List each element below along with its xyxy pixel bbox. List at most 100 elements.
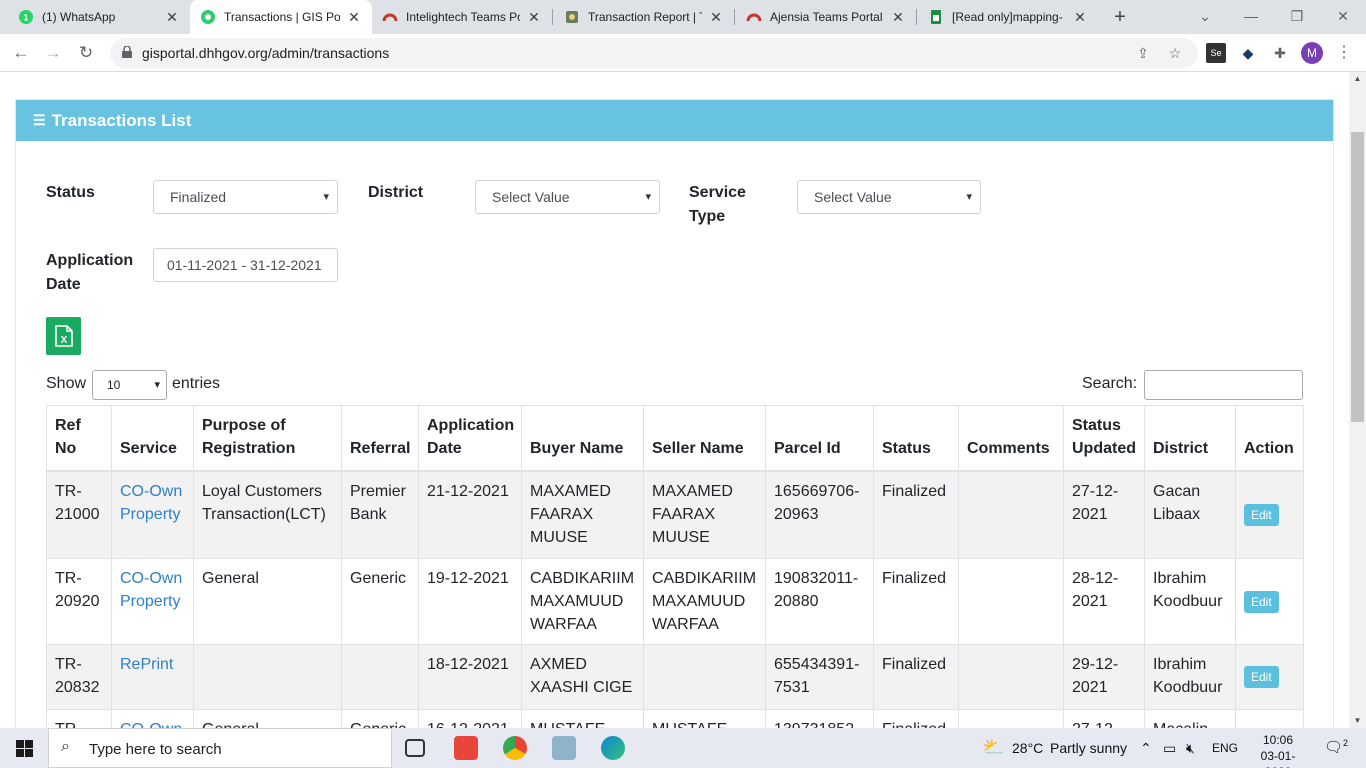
extension-icon[interactable]: ◆ [1238,43,1258,63]
service-type-label-line2: Type [689,208,726,225]
search-label: Search: [1082,375,1138,392]
tab-ajensia[interactable]: Ajensia Teams Portal ✕ [736,0,916,34]
chrome-icon[interactable] [503,736,527,760]
cell-comments [958,643,1064,710]
notepad-icon[interactable] [552,736,576,760]
cell-status-updated: 27-12-2021 [1063,470,1145,559]
cell-comments [958,470,1064,559]
district-select-value: Select Value [492,189,570,205]
browser-menu-icon[interactable]: ⋮ [1336,42,1352,64]
tab-transactions[interactable]: Transactions | GIS Port ✕ [190,0,372,34]
cell-status: Finalized [873,557,959,645]
sheets-icon [928,9,944,25]
windows-start-icon[interactable] [16,740,33,757]
cell-service-link[interactable]: CO-Own Property [111,557,194,645]
share-icon[interactable]: ⇪ [1134,44,1152,62]
scrollbar-thumb[interactable] [1351,132,1364,422]
cell-action: Edit [1235,557,1304,645]
close-tab-icon[interactable]: ✕ [708,9,724,26]
volume-muted-icon[interactable]: 🔇︎ [1186,740,1195,757]
edge-icon[interactable] [601,736,625,760]
edit-button[interactable]: Edit [1244,666,1279,688]
close-tab-icon[interactable]: ✕ [346,9,362,26]
application-date-range-input[interactable]: 01-11-2021 - 31-12-2021 [153,248,338,282]
close-tab-icon[interactable]: ✕ [890,9,906,26]
cell-status-updated: 29-12-2021 [1063,643,1145,710]
profile-avatar[interactable]: M [1301,42,1323,64]
scroll-up-arrow-icon[interactable]: ▲ [1349,72,1366,86]
task-view-icon[interactable] [405,739,425,757]
cell-action: Edit [1235,470,1304,559]
close-tab-icon[interactable]: ✕ [164,9,180,26]
district-select[interactable]: Select Value ▾ [475,180,660,214]
taskbar-clock[interactable]: 10:06 03-01-2022 [1248,732,1308,768]
battery-icon[interactable]: ▭ [1163,740,1176,757]
cell-purpose: Loyal Customers Transaction(LCT) [193,470,342,559]
cell-district: Macalin [1144,708,1236,728]
page-scrollbar[interactable]: ▲ ▼ [1349,72,1366,728]
weather-icon[interactable]: ⛅ [982,737,1004,758]
tray-chevron-up-icon[interactable]: ⌃ [1140,740,1152,757]
cell-parcel-id: 139731852- [765,708,874,728]
anydesk-icon[interactable] [454,736,478,760]
language-indicator[interactable]: ENG [1212,741,1238,755]
col-application-date[interactable]: Application Date [418,405,522,472]
service-type-select[interactable]: Select Value ▾ [797,180,981,214]
col-buyer-name[interactable]: Buyer Name [521,405,644,472]
bookmark-star-icon[interactable]: ☆ [1166,44,1184,62]
tab-transaction-report[interactable]: Transaction Report | T ✕ [554,0,734,34]
cell-action: Edit [1235,643,1304,710]
new-tab-button[interactable]: + [1108,5,1132,29]
forward-icon[interactable]: → [40,40,66,66]
teams-portal-icon [746,9,762,25]
back-icon[interactable]: ← [8,40,34,66]
close-tab-icon[interactable]: ✕ [526,9,542,26]
col-referral[interactable]: Referral [341,405,419,472]
entries-length-select[interactable]: 10 ▾ [92,370,167,400]
table-row: TR-21000 CO-Own Property Loyal Customers… [46,470,1304,559]
cell-application-date: 21-12-2021 [418,470,522,559]
cell-service-link[interactable]: CO-Own [111,708,194,728]
col-service[interactable]: Service [111,405,194,472]
extensions-puzzle-icon[interactable]: ✚ [1270,43,1290,63]
tab-search-icon[interactable]: ⌄ [1182,0,1228,34]
address-bar[interactable]: gisportal.dhhgov.org/admin/transactions … [110,38,1198,68]
tab-intelightech[interactable]: Intelightech Teams Po ✕ [372,0,552,34]
tab-title: Transaction Report | T [588,10,702,24]
reload-icon[interactable]: ↻ [73,40,99,66]
col-comments[interactable]: Comments [958,405,1064,472]
close-window-button[interactable]: ✕ [1320,0,1366,34]
table-search-input[interactable] [1144,370,1303,400]
cell-district: Ibrahim Koodbuur [1144,557,1236,645]
notification-center-icon[interactable]: 🗨︎2 [1324,738,1348,756]
taskbar-search-box[interactable]: ⌕ Type here to search [48,728,392,768]
close-tab-icon[interactable]: ✕ [1072,9,1088,26]
maximize-button[interactable]: ❐ [1274,0,1320,34]
col-district[interactable]: District [1144,405,1236,472]
tab-separator [552,9,553,25]
status-select[interactable]: Finalized ▾ [153,180,338,214]
cell-status: Finalized [873,643,959,710]
minimize-button[interactable]: — [1228,0,1274,34]
cell-district: Gacan Libaax [1144,470,1236,559]
taskbar-search-placeholder: Type here to search [89,741,222,758]
clock-date: 03-01-2022 [1260,749,1296,768]
col-status-updated[interactable]: Status Updated [1063,405,1145,472]
service-type-select-value: Select Value [814,189,892,205]
entries-label: entries [172,375,221,392]
tab-whatsapp[interactable]: 1 (1) WhatsApp ✕ [8,0,190,34]
edit-button[interactable]: Edit [1244,590,1279,613]
tab-mapping-sheet[interactable]: [Read only]mapping- ✕ [918,0,1098,34]
col-ref-no[interactable]: Ref No [46,405,112,472]
notification-count: 2 [1343,738,1349,748]
col-status[interactable]: Status [873,405,959,472]
edit-button[interactable]: Edit [1244,504,1279,527]
export-excel-button[interactable]: X [46,317,81,355]
col-seller-name[interactable]: Seller Name [643,405,766,472]
col-purpose[interactable]: Purpose of Registration [193,405,342,472]
col-parcel-id[interactable]: Parcel Id [765,405,874,472]
cell-service-link[interactable]: CO-Own Property [111,470,194,559]
scroll-down-arrow-icon[interactable]: ▼ [1349,714,1366,728]
cell-service-link[interactable]: RePrint [111,643,194,710]
selenium-extension-icon[interactable]: Se [1206,43,1226,63]
